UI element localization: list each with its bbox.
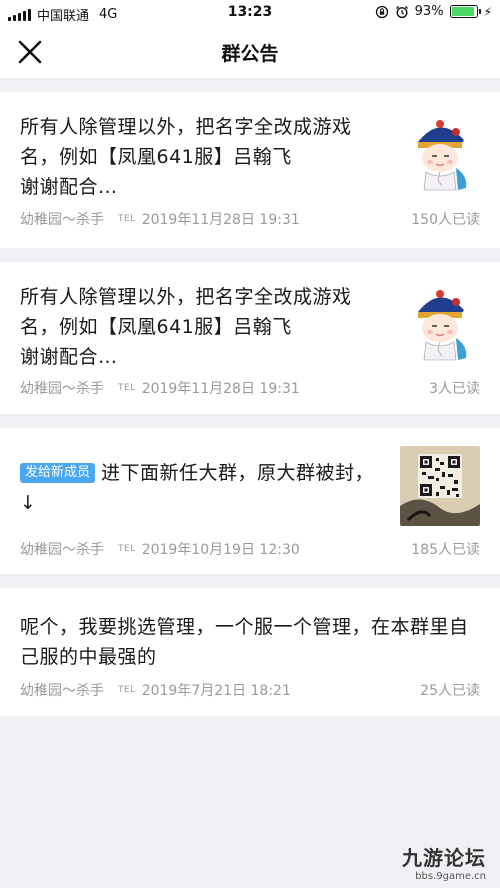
text-line: 呢个，我要挑选管理，一个服一个管理，在本群里自 bbox=[20, 616, 469, 638]
watermark-url: bbs.9game.cn bbox=[415, 871, 486, 882]
page-title: 群公告 bbox=[221, 43, 279, 65]
tel-label: TEL bbox=[118, 544, 136, 554]
read-count: 150人已读 bbox=[411, 212, 480, 228]
post-date: 2019年7月21日 18:21 bbox=[141, 683, 291, 699]
post-date: 2019年11月28日 19:31 bbox=[141, 381, 300, 397]
announcement-card[interactable]: 呢个，我要挑选管理，一个服一个管理，在本群里自 己服的中最强的 幼稚园～杀手 T… bbox=[0, 588, 500, 716]
status-bar: 中国联通 4G 13:23 93% ⚡ bbox=[0, 0, 500, 26]
text-line: 发给新成员 进下面新任大群，原大群被封， bbox=[20, 458, 390, 488]
announcement-meta: 幼稚园～杀手 TEL 2019年11月28日 19:31 bbox=[20, 209, 300, 229]
status-right: 93% ⚡ bbox=[375, 4, 492, 19]
cartoon-character-image bbox=[400, 112, 480, 192]
text-line: 所有人除管理以外，把名字全改成游戏 bbox=[20, 286, 352, 308]
tel-label: TEL bbox=[118, 685, 136, 695]
watermark: 九游论坛 bbs.9game.cn bbox=[402, 842, 486, 882]
announcement-meta: 幼稚园～杀手 TEL 2019年10月19日 12:30 bbox=[20, 539, 300, 559]
new-member-badge: 发给新成员 bbox=[20, 463, 96, 483]
read-count: 185人已读 bbox=[411, 542, 480, 558]
nav-bar: 群公告 bbox=[0, 26, 500, 78]
announcement-thumbnail bbox=[400, 446, 480, 526]
read-count: 3人已读 bbox=[429, 381, 480, 397]
author-name: 幼稚园～杀手 bbox=[20, 381, 104, 397]
announcement-card[interactable]: 发给新成员 进下面新任大群，原大群被封， ↓ 幼稚园～杀手 TEL 2019年1… bbox=[0, 428, 500, 574]
watermark-title: 九游论坛 bbox=[402, 846, 486, 870]
tel-label: TEL bbox=[118, 383, 136, 393]
text-line: 所有人除管理以外，把名字全改成游戏 bbox=[20, 116, 352, 138]
alarm-icon bbox=[395, 5, 408, 18]
battery-percent: 93% bbox=[414, 4, 444, 19]
author-name: 幼稚园～杀手 bbox=[20, 683, 104, 699]
announcement-meta: 幼稚园～杀手 TEL 2019年7月21日 18:21 bbox=[20, 680, 291, 700]
cartoon-character-image bbox=[400, 282, 480, 362]
announcement-thumbnail bbox=[400, 112, 480, 192]
post-date: 2019年11月28日 19:31 bbox=[141, 212, 300, 228]
text-line: 谢谢配合… bbox=[20, 346, 118, 368]
tel-label: TEL bbox=[118, 214, 136, 224]
text-line: 己服的中最强的 bbox=[20, 646, 157, 668]
text-line: ↓ bbox=[20, 492, 37, 514]
battery-icon bbox=[449, 5, 481, 18]
text-line: 名，例如【凤凰641服】吕翰飞 bbox=[20, 316, 292, 338]
text-line-content: 进下面新任大群，原大群被封， bbox=[101, 462, 375, 484]
announcement-text: 所有人除管理以外，把名字全改成游戏 名，例如【凤凰641服】吕翰飞 谢谢配合… bbox=[20, 282, 390, 372]
announcement-card[interactable]: 所有人除管理以外，把名字全改成游戏 名，例如【凤凰641服】吕翰飞 谢谢配合… … bbox=[0, 92, 500, 248]
author-name: 幼稚园～杀手 bbox=[20, 212, 104, 228]
author-name: 幼稚园～杀手 bbox=[20, 542, 104, 558]
announcement-thumbnail bbox=[400, 282, 480, 362]
orientation-lock-icon bbox=[375, 5, 388, 18]
qr-code-image bbox=[400, 446, 480, 526]
charging-bolt-icon: ⚡ bbox=[483, 4, 492, 19]
announcement-text: 呢个，我要挑选管理，一个服一个管理，在本群里自 己服的中最强的 bbox=[20, 612, 484, 672]
announcement-card[interactable]: 所有人除管理以外，把名字全改成游戏 名，例如【凤凰641服】吕翰飞 谢谢配合… … bbox=[0, 262, 500, 414]
post-date: 2019年10月19日 12:30 bbox=[141, 542, 300, 558]
announcement-text: 发给新成员 进下面新任大群，原大群被封， ↓ bbox=[20, 458, 390, 518]
announcement-meta: 幼稚园～杀手 TEL 2019年11月28日 19:31 bbox=[20, 378, 300, 398]
read-count: 25人已读 bbox=[420, 683, 480, 699]
text-line: 谢谢配合… bbox=[20, 176, 118, 198]
announcement-text: 所有人除管理以外，把名字全改成游戏 名，例如【凤凰641服】吕翰飞 谢谢配合… bbox=[20, 112, 390, 202]
battery-fill bbox=[451, 7, 474, 16]
text-line: 名，例如【凤凰641服】吕翰飞 bbox=[20, 146, 292, 168]
